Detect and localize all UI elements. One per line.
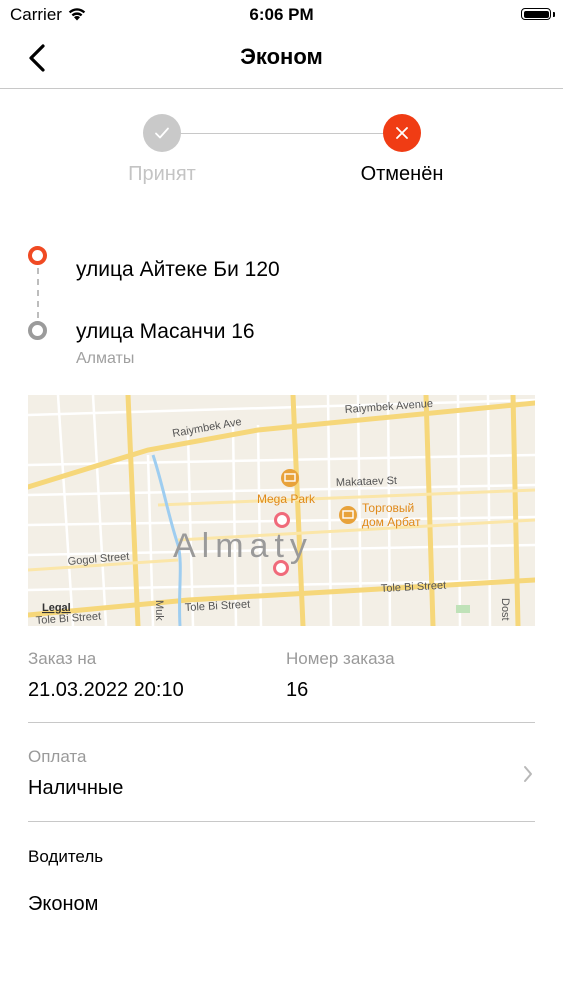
- order-number-label: Номер заказа: [286, 649, 395, 668]
- shopping-icon: [281, 469, 299, 487]
- battery-cap: [553, 12, 555, 17]
- street-label: Makataev St: [336, 475, 398, 489]
- divider: [28, 821, 535, 822]
- driver-value: Эконом: [28, 893, 99, 915]
- nav-divider: [0, 88, 563, 89]
- route-connector: [37, 268, 39, 318]
- step-accepted-label: Принят: [128, 163, 196, 185]
- map-legal-link: Legal: [42, 602, 71, 614]
- origin-address: улица Айтеке Би 120: [76, 258, 280, 281]
- city-label: Almaty: [173, 527, 313, 565]
- chevron-right-icon: [524, 766, 532, 782]
- street-label: Muk: [153, 600, 165, 621]
- map-destination-marker-icon: [273, 560, 289, 576]
- street-label: Dost: [499, 598, 511, 621]
- order-date-label: Заказ на: [28, 649, 97, 668]
- poi-label: Mega Park: [257, 492, 316, 506]
- destination-pin-icon: [28, 321, 47, 340]
- poi-label: дом Арбат: [362, 515, 421, 529]
- battery-icon: [521, 8, 551, 20]
- page-title: Эконом: [240, 44, 323, 69]
- status-time: 6:06 PM: [249, 5, 314, 24]
- step-cancelled-indicator: [383, 114, 421, 152]
- check-icon: [155, 127, 169, 139]
- step-cancelled-label: Отменён: [360, 163, 444, 185]
- order-date-value: 21.03.2022 20:10: [28, 679, 184, 701]
- order-number-value: 16: [286, 679, 309, 701]
- close-icon: [396, 127, 408, 139]
- map-canvas: Raiymbek Avenue Raiymbek Ave Makataev St…: [28, 395, 535, 626]
- poi-label: Торговый: [362, 501, 414, 515]
- progress-line: [162, 133, 402, 134]
- route-map[interactable]: Raiymbek Avenue Raiymbek Ave Makataev St…: [28, 395, 535, 626]
- destination-address: улица Масанчи 16: [76, 320, 255, 343]
- payment-label: Оплата: [28, 747, 87, 766]
- step-accepted-indicator: [143, 114, 181, 152]
- origin-pin-icon: [28, 246, 47, 265]
- payment-value: Наличные: [28, 777, 124, 799]
- driver-label: Водитель: [28, 847, 104, 866]
- shopping-icon: [339, 506, 357, 524]
- destination-city: Алматы: [76, 350, 135, 367]
- payment-row[interactable]: Оплата Наличные: [0, 723, 563, 821]
- map-origin-marker-icon: [274, 512, 290, 528]
